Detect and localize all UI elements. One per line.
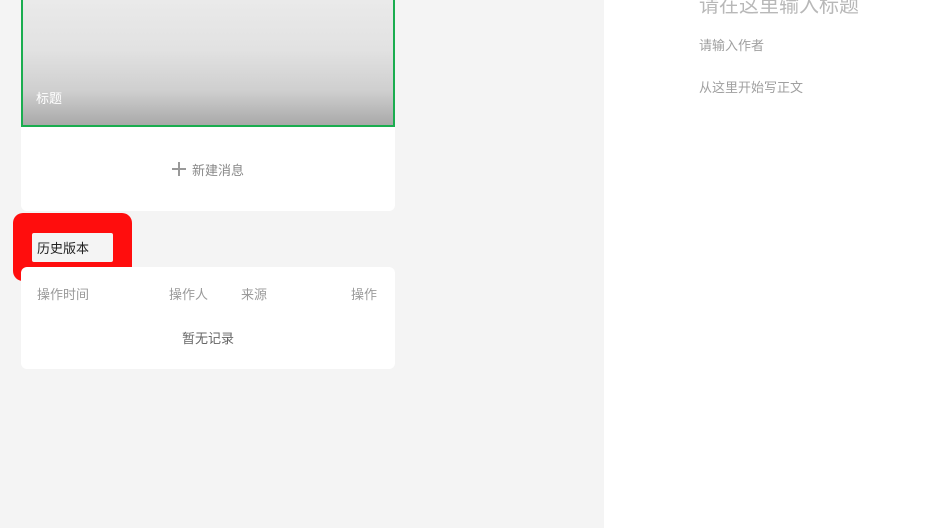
new-message-button[interactable]: 新建消息 [21, 158, 395, 180]
cover-title: 标题 [36, 92, 63, 107]
empty-records-text: 暂无记录 [181, 332, 234, 347]
plus-icon [171, 162, 186, 176]
article-card: 标题 新建消息 [21, 0, 395, 211]
editor-pane: 请在这里输入标题 请输入作者 从这里开始写正文 [604, 0, 944, 528]
column-header-time: 操作时间 [37, 288, 90, 303]
author-input[interactable]: 请输入作者 [699, 35, 764, 54]
body-editor[interactable]: 从这里开始写正文 [699, 77, 803, 96]
new-message-label: 新建消息 [191, 163, 244, 179]
column-header-action: 操作 [351, 288, 378, 303]
article-list-pane: 标题 新建消息 历史版本 操作时间 操作人 来源 操作 暂无记录 [0, 0, 604, 528]
column-header-source: 来源 [241, 288, 268, 303]
history-table: 操作时间 操作人 来源 操作 暂无记录 [21, 267, 395, 369]
history-version-tab[interactable]: 历史版本 [32, 233, 113, 262]
cover-image[interactable]: 标题 [21, 0, 395, 127]
title-input[interactable]: 请在这里输入标题 [699, 0, 859, 18]
column-header-operator: 操作人 [169, 288, 209, 303]
